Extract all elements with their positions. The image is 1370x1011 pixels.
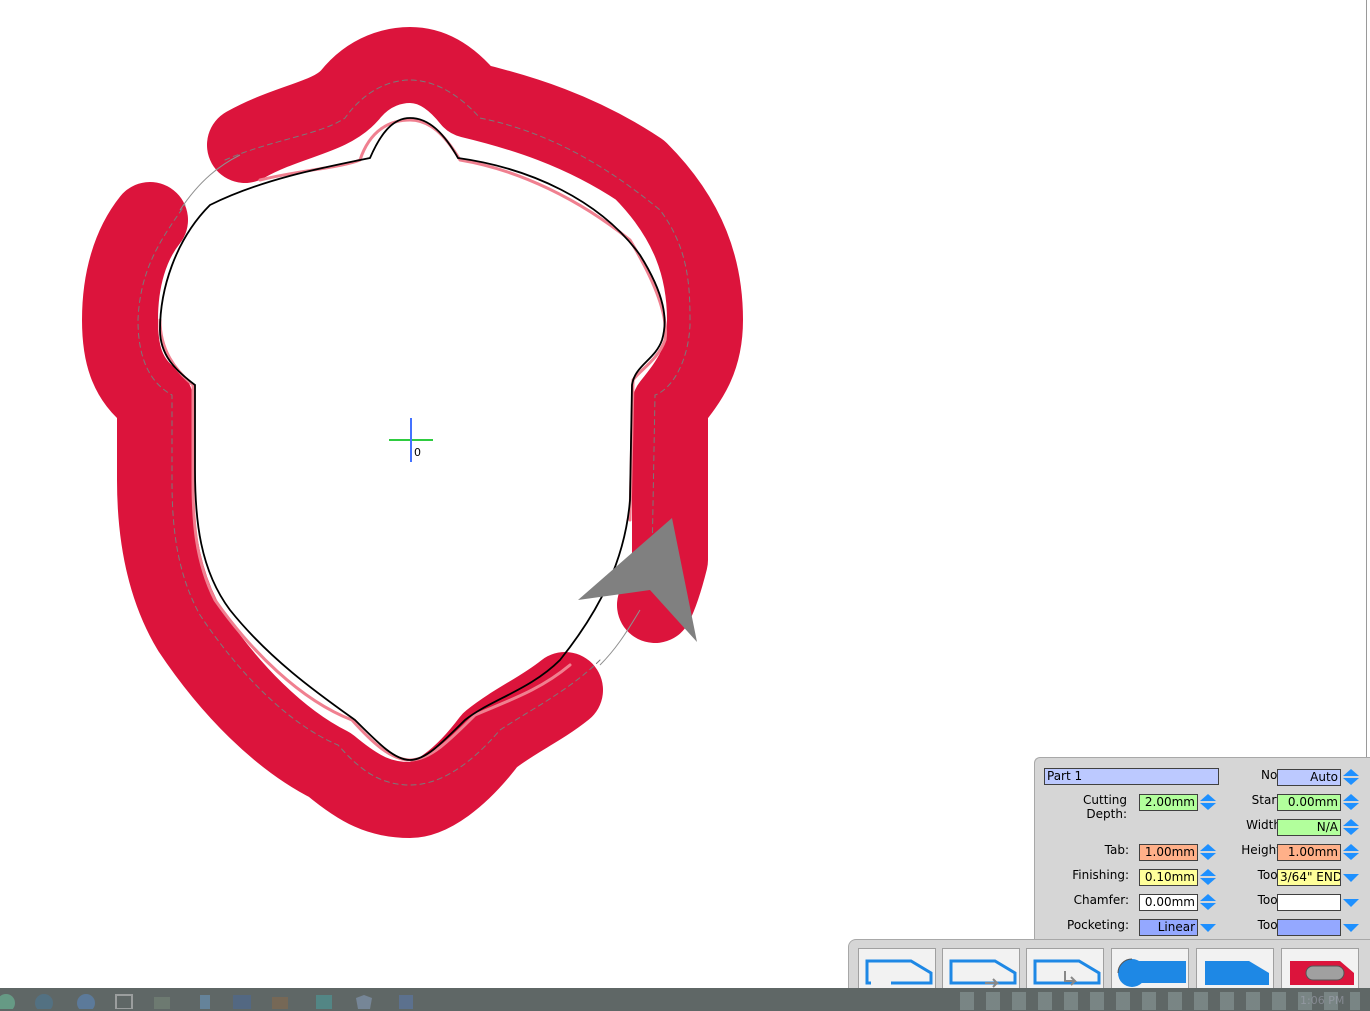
tab-field[interactable]: 1.00mm xyxy=(1139,844,1198,861)
document-icon[interactable] xyxy=(396,991,416,1009)
cutting-depth-field[interactable]: 2.00mm xyxy=(1139,794,1198,811)
width-spinner-icon[interactable] xyxy=(1342,818,1360,836)
shield-icon[interactable] xyxy=(354,991,374,1009)
red-pocket-icon xyxy=(1290,961,1354,985)
part-name-field[interactable]: Part 1 xyxy=(1044,768,1219,785)
tool1-label: Tool: xyxy=(1257,868,1285,882)
finishing-spinner-icon[interactable] xyxy=(1199,868,1217,886)
files-icon[interactable] xyxy=(196,991,216,1009)
tool-button-outline-outside[interactable] xyxy=(942,948,1020,989)
sheets-icon[interactable] xyxy=(152,991,172,1009)
pocketing-label: Pocketing: xyxy=(1067,918,1129,932)
no-label: No.: xyxy=(1261,768,1285,782)
tool-button-outline-inside[interactable] xyxy=(1026,948,1104,989)
outline-outside-icon xyxy=(949,959,1017,988)
toolpath-type-bar xyxy=(848,939,1370,989)
tool-button-red-pocket[interactable] xyxy=(1281,948,1359,989)
tool2-dropdown-icon[interactable] xyxy=(1342,898,1360,908)
cutting-depth-spinner-icon[interactable] xyxy=(1199,793,1217,811)
tool-button-outline-open[interactable] xyxy=(858,948,936,989)
browser-icon[interactable] xyxy=(76,991,96,1009)
app-icon[interactable] xyxy=(314,991,334,1009)
clock: 1:06 PM xyxy=(1300,994,1345,1007)
pocketing-select[interactable]: Linear xyxy=(1139,919,1198,936)
tool3-label: Tool: xyxy=(1257,918,1285,932)
steam-icon[interactable] xyxy=(34,991,54,1009)
tool1-dropdown-icon[interactable] xyxy=(1342,873,1360,883)
menu-icon[interactable] xyxy=(0,991,20,1009)
tool2-label: Tool: xyxy=(1257,893,1285,907)
monitor-icon[interactable] xyxy=(232,991,252,1009)
dock-icon[interactable] xyxy=(114,991,134,1009)
pocketing-dropdown-icon[interactable] xyxy=(1199,923,1217,933)
outline-inside-icon xyxy=(1033,959,1101,986)
tool-button-pocket-full[interactable] xyxy=(1196,948,1274,989)
height-label: Height: xyxy=(1241,843,1285,857)
chamfer-field[interactable]: 0.00mm xyxy=(1139,894,1198,911)
width-field[interactable]: N/A xyxy=(1277,819,1341,836)
cut-path-left xyxy=(82,182,603,838)
part-properties-panel: Part 1 No.: Auto Cutting Depth: 2.00mm S… xyxy=(1034,757,1370,940)
finishing-field[interactable]: 0.10mm xyxy=(1139,869,1198,886)
height-field[interactable]: 1.00mm xyxy=(1277,844,1341,861)
tool1-select[interactable]: 3/64" END xyxy=(1277,869,1341,886)
no-field[interactable]: Auto xyxy=(1277,769,1341,786)
taskbar: 1:06 PM xyxy=(0,988,1370,1011)
origin-label: 0 xyxy=(414,446,421,459)
start-spinner-icon[interactable] xyxy=(1342,793,1360,811)
tool-button-pocket-blue[interactable] xyxy=(1111,948,1189,989)
no-spinner-icon[interactable] xyxy=(1342,768,1360,786)
tool2-select[interactable] xyxy=(1277,894,1341,911)
pocket-full-icon xyxy=(1205,961,1269,985)
cutting-depth-label: Cutting Depth: xyxy=(1083,793,1127,821)
tool3-select[interactable] xyxy=(1277,919,1341,936)
camera-icon[interactable] xyxy=(270,991,290,1009)
pocket-blue-icon xyxy=(1117,958,1186,987)
outline-open-icon xyxy=(865,959,933,985)
cut-path-main xyxy=(207,27,743,643)
start-field[interactable]: 0.00mm xyxy=(1277,794,1341,811)
chamfer-label: Chamfer: xyxy=(1073,893,1129,907)
finishing-label: Finishing: xyxy=(1072,868,1129,882)
height-spinner-icon[interactable] xyxy=(1342,843,1360,861)
chamfer-spinner-icon[interactable] xyxy=(1199,893,1217,911)
width-label: Width: xyxy=(1246,818,1285,832)
tool3-dropdown-icon[interactable] xyxy=(1342,923,1360,933)
start-label: Start: xyxy=(1251,793,1285,807)
tab-spinner-icon[interactable] xyxy=(1199,843,1217,861)
tab-label: Tab: xyxy=(1104,843,1129,857)
